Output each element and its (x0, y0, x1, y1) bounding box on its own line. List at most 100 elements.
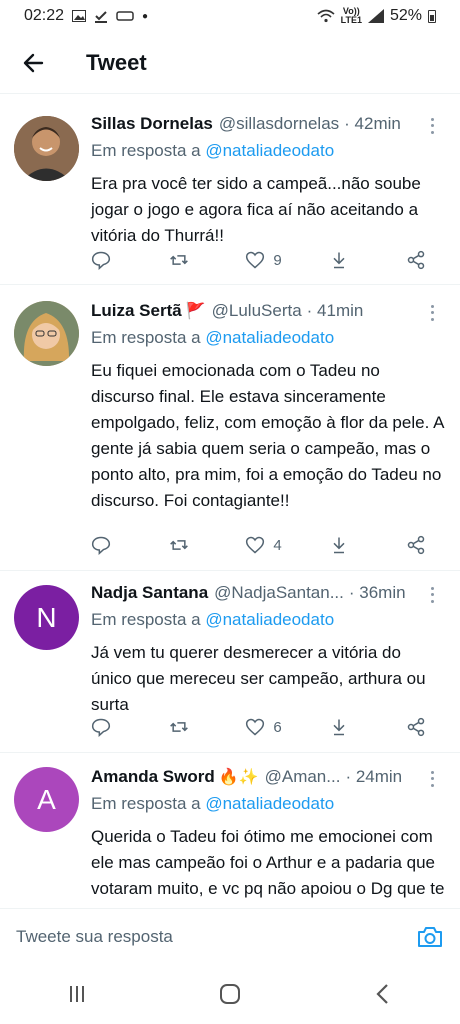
tweet-header: Sillas Dornelas @sillasdornelas · 42min (91, 112, 446, 136)
mention-link[interactable]: @nataliadeodato (205, 328, 334, 347)
tweet-text: Já vem tu querer desmerecer a vitória do… (91, 643, 426, 714)
share-button[interactable] (406, 535, 436, 555)
reply-label: Em resposta a (91, 328, 201, 347)
tweet[interactable]: Luiza Sertã 🚩 @LuluSerta · 41min Em resp… (0, 285, 460, 571)
reply-icon (91, 718, 111, 737)
tweet[interactable]: N Nadja Santana @NadjaSantan... · 36min … (0, 571, 460, 753)
replies-feed[interactable]: Sillas Dornelas @sillasdornelas · 42min … (0, 98, 460, 908)
user-handle[interactable]: @sillasdornelas (219, 114, 339, 134)
signal-icon (367, 9, 384, 23)
reply-composer[interactable]: Tweete sua resposta (0, 908, 460, 964)
tweet-text: Querida o Tadeu foi ótimo me emocionei c… (91, 827, 445, 908)
name-emoji: 🔥✨ (218, 769, 259, 786)
reply-context: Em resposta a @nataliadeodato (91, 328, 446, 352)
tweet-time: · 36min (348, 583, 406, 602)
wifi-icon (317, 9, 335, 23)
camera-button[interactable] (416, 923, 444, 951)
name-emoji: 🚩 (185, 303, 206, 320)
display-name[interactable]: Nadja Santana (91, 583, 208, 603)
more-options-icon[interactable] (424, 585, 440, 605)
tweet-time: · 42min (344, 114, 401, 133)
avatar[interactable]: N (14, 585, 79, 650)
like-button[interactable]: 6 (245, 717, 282, 737)
like-count: 6 (273, 718, 282, 736)
tweet-time: · 24min (345, 767, 403, 786)
share-button[interactable] (406, 250, 436, 270)
share-icon (407, 717, 425, 737)
reply-label: Em resposta a (91, 794, 201, 813)
download-icon (333, 719, 345, 736)
reply-input[interactable]: Tweete sua resposta (16, 927, 173, 947)
avatar[interactable] (14, 116, 79, 181)
tweet-header: Nadja Santana @NadjaSantan... · 36min (91, 581, 446, 605)
status-bar: 02:22 ● Vo)) LTE1 52% (0, 0, 460, 32)
download-button[interactable] (329, 717, 359, 737)
back-button[interactable] (16, 45, 52, 81)
battery-icon (428, 9, 436, 23)
recent-apps-button[interactable] (47, 974, 107, 1014)
display-name[interactable]: Luiza Sertã (91, 301, 182, 321)
system-navigation-bar (0, 964, 460, 1024)
home-icon (219, 984, 240, 1004)
retweet-button[interactable] (168, 250, 198, 270)
display-name[interactable]: Sillas Dornelas (91, 114, 213, 134)
avatar[interactable] (14, 301, 79, 366)
tweet-header: Amanda Sword 🔥✨ @Aman... · 24min (91, 765, 446, 789)
display-name[interactable]: Amanda Sword (91, 767, 215, 787)
tweet-text: Eu fiquei emocionada com o Tadeu no disc… (91, 361, 444, 510)
mention-link[interactable]: @nataliadeodato (205, 141, 334, 160)
mention-link[interactable]: @nataliadeodato (205, 794, 334, 813)
download-icon (333, 537, 345, 554)
retweet-button[interactable] (168, 717, 198, 737)
like-button[interactable]: 9 (245, 250, 282, 270)
like-count: 4 (273, 536, 282, 554)
retweet-button[interactable] (168, 535, 198, 555)
system-back-button[interactable] (353, 974, 413, 1014)
tweet-header: Luiza Sertã 🚩 @LuluSerta · 41min (91, 299, 446, 323)
tweet-time: · 41min (306, 301, 364, 320)
user-photo-icon (14, 301, 79, 366)
dot-icon: ● (142, 10, 149, 22)
reply-label: Em resposta a (91, 141, 201, 160)
heart-icon (246, 718, 265, 736)
share-button[interactable] (406, 717, 436, 737)
home-button[interactable] (200, 974, 260, 1014)
reply-context: Em resposta a @nataliadeodato (91, 141, 446, 165)
tweet-actions: 4 (91, 531, 436, 559)
user-handle[interactable]: @LuluSerta (212, 301, 302, 321)
like-count: 9 (273, 251, 282, 269)
heart-icon (246, 536, 265, 554)
retweet-icon (170, 255, 189, 265)
top-app-bar: Tweet (0, 32, 460, 94)
user-handle[interactable]: @NadjaSantan... (214, 583, 344, 603)
download-done-icon (95, 11, 108, 23)
recent-apps-icon (69, 986, 84, 1002)
heart-icon (246, 251, 265, 269)
reply-label: Em resposta a (91, 610, 201, 629)
status-time: 02:22 (24, 7, 65, 24)
user-handle[interactable]: @Aman... (265, 767, 341, 787)
download-button[interactable] (329, 250, 359, 270)
download-icon (333, 252, 345, 269)
more-options-icon[interactable] (424, 303, 440, 323)
app-notification-icon (116, 11, 134, 21)
page-title: Tweet (86, 49, 147, 75)
share-icon (407, 535, 425, 555)
mention-link[interactable]: @nataliadeodato (205, 610, 334, 629)
volte-indicator: Vo)) LTE1 (340, 6, 362, 25)
more-options-icon[interactable] (424, 116, 440, 136)
tweet[interactable]: Sillas Dornelas @sillasdornelas · 42min … (0, 98, 460, 285)
retweet-icon (170, 722, 189, 732)
tweet[interactable]: A Amanda Sword 🔥✨ @Aman... · 24min Em re… (0, 753, 460, 908)
tweet-text: Era pra você ter sido a campeã...não sou… (91, 174, 421, 245)
reply-button[interactable] (91, 250, 121, 270)
more-options-icon[interactable] (424, 769, 440, 789)
arrow-left-icon (23, 53, 44, 72)
avatar[interactable]: A (14, 767, 79, 832)
download-button[interactable] (329, 535, 359, 555)
like-button[interactable]: 4 (245, 535, 282, 555)
reply-button[interactable] (91, 717, 121, 737)
reply-button[interactable] (91, 535, 121, 555)
user-photo-icon (14, 116, 79, 181)
tweet-actions: 9 (91, 246, 436, 274)
